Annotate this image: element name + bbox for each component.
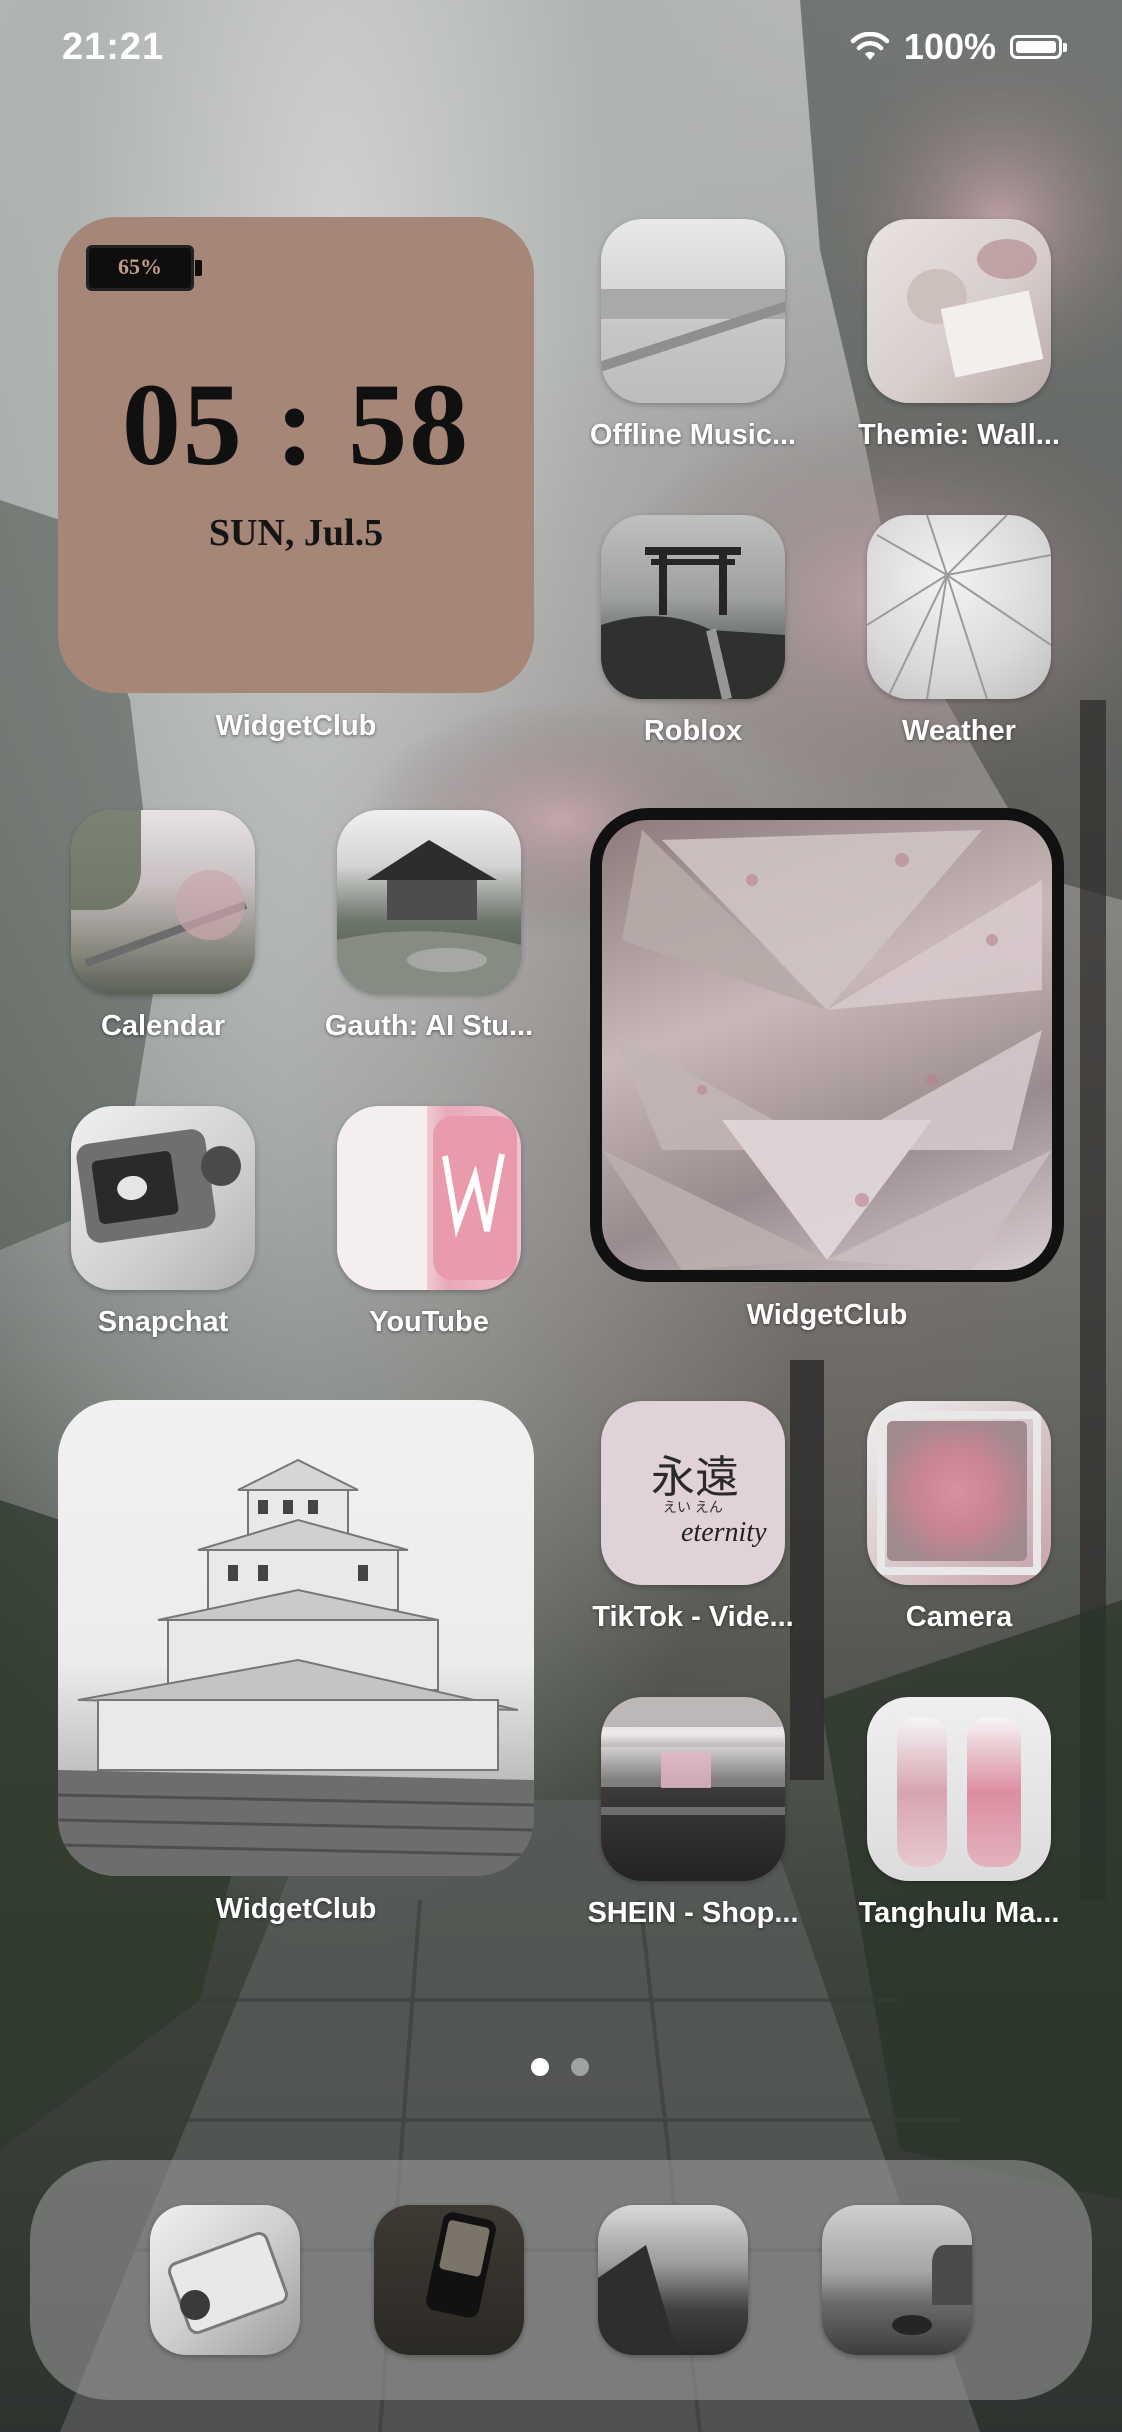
battery-icon — [1010, 35, 1067, 59]
app-gauth[interactable]: Gauth: AI Stu... — [325, 810, 533, 1042]
app-roblox[interactable]: Roblox — [601, 515, 785, 747]
widget-clock-time: 05 : 58 — [121, 359, 471, 490]
dock-app-1-icon[interactable] — [150, 2205, 300, 2355]
snapchat-icon — [71, 1106, 255, 1290]
snapchat-label: Snapchat — [97, 1306, 229, 1338]
weather-icon — [867, 515, 1051, 699]
youtube-label: YouTube — [369, 1306, 489, 1338]
tiktok-icon: 永遠 えい えん eternity — [601, 1401, 785, 1585]
app-snapchat[interactable]: Snapchat — [71, 1106, 255, 1338]
app-shein[interactable]: SHEIN - Shop... — [587, 1697, 799, 1929]
fans-widget-label: WidgetClub — [746, 1299, 908, 1331]
gauth-icon — [337, 810, 521, 994]
castle-widget-box — [58, 1400, 534, 1876]
shein-icon — [601, 1697, 785, 1881]
clock-widget[interactable]: 65% 05 : 58 SUN, Jul.5 WidgetClub — [58, 217, 534, 742]
app-tanghulu[interactable]: Tanghulu Ma... — [859, 1697, 1059, 1929]
tanghulu-label: Tanghulu Ma... — [858, 1897, 1060, 1929]
offline-music-icon — [601, 219, 785, 403]
page-indicator[interactable] — [531, 2058, 589, 2076]
tiktok-word: eternity — [681, 1517, 767, 1548]
app-youtube[interactable]: YouTube — [337, 1106, 521, 1338]
widget-battery: 65% — [86, 245, 202, 291]
shein-label: SHEIN - Shop... — [587, 1897, 799, 1929]
tanghulu-icon — [867, 1697, 1051, 1881]
calendar-icon — [71, 810, 255, 994]
app-camera[interactable]: Camera — [867, 1401, 1051, 1633]
fans-widget-box — [590, 808, 1064, 1282]
app-calendar[interactable]: Calendar — [71, 810, 255, 1042]
status-right: 100% — [850, 26, 1067, 68]
widget-clock-date: SUN, Jul.5 — [208, 512, 384, 554]
roblox-icon — [601, 515, 785, 699]
dock-app-2-icon[interactable] — [374, 2205, 524, 2355]
clock-widget-label: WidgetClub — [215, 710, 377, 742]
themie-label: Themie: Wall... — [858, 419, 1060, 451]
castle-widget[interactable]: WidgetClub — [58, 1400, 534, 1925]
weather-label: Weather — [902, 715, 1016, 747]
app-weather[interactable]: Weather — [867, 515, 1051, 747]
page-dot-1[interactable] — [531, 2058, 549, 2076]
roblox-label: Roblox — [643, 715, 743, 747]
offline-music-label: Offline Music... — [589, 419, 797, 451]
youtube-icon — [337, 1106, 521, 1290]
clock-widget-box: 65% 05 : 58 SUN, Jul.5 — [58, 217, 534, 693]
dock — [30, 2160, 1092, 2400]
castle-widget-label: WidgetClub — [215, 1893, 377, 1925]
calendar-label: Calendar — [100, 1010, 226, 1042]
dock-app-3-icon[interactable] — [598, 2205, 748, 2355]
gauth-label: Gauth: AI Stu... — [324, 1010, 534, 1042]
status-time: 21:21 — [62, 26, 165, 68]
camera-icon — [867, 1401, 1051, 1585]
tiktok-label: TikTok - Vide... — [592, 1601, 794, 1633]
app-themie[interactable]: Themie: Wall... — [858, 219, 1060, 451]
tiktok-kanji: 永遠 — [651, 1452, 739, 1503]
page-dot-2[interactable] — [571, 2058, 589, 2076]
fans-widget[interactable]: WidgetClub — [590, 808, 1064, 1331]
widget-battery-value: 65% — [118, 254, 162, 279]
wifi-icon — [850, 32, 890, 60]
camera-label: Camera — [905, 1601, 1013, 1633]
tiktok-kana: えい えん — [663, 1499, 723, 1515]
status-bar: 21:21 100% — [0, 0, 1122, 100]
dock-app-4-icon[interactable] — [822, 2205, 972, 2355]
app-tiktok[interactable]: 永遠 えい えん eternity TikTok - Vide... — [592, 1401, 794, 1633]
app-offline-music[interactable]: Offline Music... — [590, 219, 796, 451]
themie-icon — [867, 219, 1051, 403]
battery-percent: 100% — [903, 26, 996, 67]
